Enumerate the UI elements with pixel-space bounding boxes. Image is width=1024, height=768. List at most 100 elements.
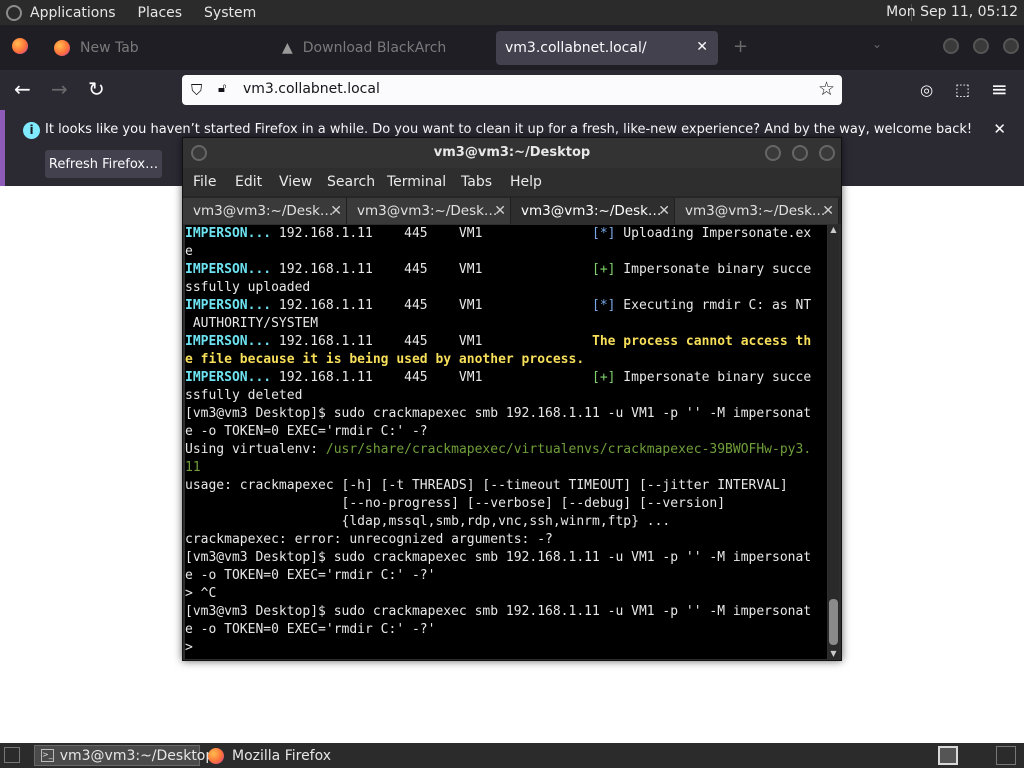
terminal-line: IMPERSON... 192.168.1.11 445 VM1 [+] Imp…	[185, 369, 811, 387]
terminal-line: e -o TOKEN=0 EXEC='rmdir C:' -?	[185, 423, 428, 441]
close-tab-icon[interactable]: ✕	[696, 39, 708, 55]
terminal-line: [vm3@vm3 Desktop]$ sudo crackmapexec smb…	[185, 549, 811, 567]
show-desktop-icon[interactable]	[4, 747, 20, 763]
notification-message: It looks like you haven’t started Firefo…	[45, 122, 973, 137]
terminal-menu-bar: File Edit View Search Terminal Tabs Help	[183, 168, 841, 196]
reload-icon[interactable]: ↻	[88, 79, 105, 99]
tracking-protection-shield-icon[interactable]: ⛉	[191, 81, 202, 99]
menu-file[interactable]: File	[193, 174, 216, 190]
hamburger-menu-icon[interactable]: ≡	[991, 79, 1008, 99]
terminal-text: Impersonate binary succe	[615, 262, 812, 277]
close-window-button[interactable]	[1003, 38, 1019, 54]
terminal-line: > ^C	[185, 585, 216, 603]
terminal-text: crackmapexec: error: unrecognized argume…	[185, 532, 553, 547]
terminal-line: Using virtualenv: /usr/share/crackmapexe…	[185, 441, 811, 459]
minimize-terminal-button[interactable]	[765, 145, 781, 161]
terminal-line: [--no-progress] [--verbose] [--debug] [-…	[185, 495, 726, 513]
terminal-text: > ^C	[185, 586, 217, 601]
places-menu[interactable]: Places	[138, 5, 183, 21]
terminal-text: e -o TOKEN=0 EXEC='rmdir C:' -?'	[185, 622, 436, 637]
menu-search[interactable]: Search	[327, 174, 375, 190]
close-icon[interactable]: ✕	[494, 198, 506, 224]
menu-tabs[interactable]: Tabs	[461, 174, 492, 190]
url-bar[interactable]: ⛉ 🔓︎ vm3.collabnet.local ☆	[182, 75, 842, 105]
blackarch-icon: ▲	[282, 40, 293, 56]
minimize-window-button[interactable]	[943, 38, 959, 54]
applications-icon[interactable]	[6, 4, 22, 21]
terminal-text: Impersonate binary succe	[615, 370, 812, 385]
menu-terminal[interactable]: Terminal	[387, 174, 446, 190]
bookmark-star-icon[interactable]: ☆	[818, 78, 835, 100]
terminal-tab[interactable]: vm3@vm3:~/Desk… ✕	[347, 198, 511, 224]
terminal-text: e -o TOKEN=0 EXEC='rmdir C:' -?'	[185, 568, 436, 583]
site-info-lock-icon[interactable]: 🔓︎	[218, 81, 226, 96]
new-tab-plus-icon[interactable]: +	[733, 36, 748, 57]
terminal-text: /usr/share/crackmapexec/virtualenvs/crac…	[325, 442, 812, 457]
terminal-text: >	[185, 640, 193, 655]
terminal-text: IMPERSON...	[185, 262, 272, 277]
terminal-text: IMPERSON...	[185, 370, 272, 385]
terminal-output[interactable]: IMPERSON... 192.168.1.11 445 VM1 [*] Upl…	[185, 225, 827, 659]
workspace-1-switcher[interactable]	[938, 746, 958, 765]
terminal-text: e	[185, 244, 193, 259]
terminal-text: IMPERSON...	[185, 226, 272, 241]
back-arrow-icon[interactable]: ←	[14, 79, 31, 99]
scroll-up-arrow-icon[interactable]: ▲	[828, 225, 839, 235]
top-panel: Applications Places System Mon Sep 11, 0…	[0, 0, 1024, 25]
list-tabs-chevron-icon[interactable]: ⌄	[872, 37, 882, 51]
terminal-title-bar[interactable]: vm3@vm3:~/Desktop	[183, 138, 841, 168]
close-icon[interactable]: ✕	[330, 198, 342, 224]
tab-vm3-collabnet[interactable]: vm3.collabnet.local/ ✕	[496, 31, 718, 65]
taskbar-label: vm3@vm3:~/Desktop	[59, 747, 215, 764]
close-notification-icon[interactable]: ✕	[993, 120, 1006, 138]
terminal-text: 192.168.1.11 445 VM1	[271, 262, 592, 277]
tab-label: New Tab	[80, 40, 139, 56]
scrollbar-thumb[interactable]	[829, 599, 838, 645]
terminal-tab-bar: vm3@vm3:~/Desk… ✕ vm3@vm3:~/Desk… ✕ vm3@…	[183, 196, 841, 224]
taskbar-item-firefox[interactable]: Mozilla Firefox	[204, 745, 384, 766]
terminal-text: AUTHORITY/SYSTEM	[185, 316, 319, 331]
terminal-line: IMPERSON... 192.168.1.11 445 VM1 [+] Imp…	[185, 261, 811, 279]
menu-view[interactable]: View	[279, 174, 312, 190]
terminal-tab-active[interactable]: vm3@vm3:~/Desk… ✕	[511, 198, 675, 224]
close-icon[interactable]: ✕	[822, 198, 834, 224]
terminal-line: ssfully deleted	[185, 387, 302, 405]
window-menu-icon[interactable]	[191, 145, 207, 161]
terminal-line: e -o TOKEN=0 EXEC='rmdir C:' -?'	[185, 567, 435, 585]
terminal-tab-label: vm3@vm3:~/Desk…	[193, 203, 334, 219]
firefox-view-icon[interactable]	[12, 38, 28, 54]
forward-arrow-icon[interactable]: →	[51, 79, 68, 99]
extensions-icon[interactable]: ⬚	[955, 80, 970, 100]
terminal-line: IMPERSON... 192.168.1.11 445 VM1 [*] Exe…	[185, 297, 811, 315]
terminal-tab[interactable]: vm3@vm3:~/Desk… ✕	[183, 198, 347, 224]
system-menu[interactable]: System	[204, 5, 256, 21]
terminal-text: 192.168.1.11 445 VM1	[271, 298, 592, 313]
terminal-icon: >_	[41, 749, 54, 762]
maximize-terminal-button[interactable]	[792, 145, 808, 161]
applications-menu[interactable]: Applications	[30, 5, 116, 21]
taskbar-item-terminal[interactable]: >_ vm3@vm3:~/Desktop	[34, 745, 214, 766]
scroll-down-arrow-icon[interactable]: ▼	[828, 649, 839, 659]
url-text[interactable]: vm3.collabnet.local	[243, 81, 380, 97]
workspace-2-switcher[interactable]	[996, 746, 1016, 765]
close-terminal-button[interactable]	[819, 145, 835, 161]
close-icon[interactable]: ✕	[658, 198, 670, 224]
pocket-icon[interactable]: ◎	[920, 80, 933, 100]
terminal-text: 192.168.1.11 445 VM1	[271, 334, 592, 349]
terminal-scrollbar[interactable]: ▲ ▼	[828, 225, 839, 659]
terminal-tab-label: vm3@vm3:~/Desk…	[521, 203, 662, 219]
taskbar-label: Mozilla Firefox	[232, 747, 332, 764]
clock[interactable]: Mon Sep 11, 05:12	[886, 4, 1018, 20]
terminal-text: [*]	[592, 298, 616, 313]
tab-new-tab[interactable]: New Tab	[44, 31, 266, 65]
tab-download-blackarch[interactable]: ▲ Download BlackArch	[272, 31, 494, 65]
menu-help[interactable]: Help	[510, 174, 542, 190]
terminal-text: [vm3@vm3 Desktop]$ sudo crackmapexec smb…	[185, 604, 812, 619]
terminal-text: e -o TOKEN=0 EXEC='rmdir C:' -?	[185, 424, 428, 439]
maximize-window-button[interactable]	[973, 38, 989, 54]
refresh-firefox-button[interactable]: Refresh Firefox…	[45, 150, 162, 178]
terminal-tab[interactable]: vm3@vm3:~/Desk… ✕	[675, 198, 839, 224]
terminal-text: [*]	[592, 226, 616, 241]
bottom-panel: >_ vm3@vm3:~/Desktop Mozilla Firefox	[0, 743, 1024, 768]
menu-edit[interactable]: Edit	[235, 174, 262, 190]
